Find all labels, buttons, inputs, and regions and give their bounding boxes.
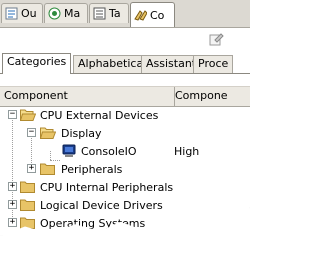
expand-icon[interactable]: + xyxy=(8,218,17,227)
folder-icon xyxy=(20,180,36,193)
tab-categories[interactable]: Categories xyxy=(2,53,72,74)
expand-icon[interactable]: + xyxy=(8,200,17,209)
tree-item-peripherals[interactable]: + Peripherals xyxy=(0,160,250,178)
tree-item-label: CPU Internal Peripherals xyxy=(40,180,174,194)
tab-tasks[interactable]: Ta xyxy=(89,3,129,23)
folder-icon xyxy=(20,216,36,229)
tab-alphabetical[interactable]: Alphabetical xyxy=(73,55,152,73)
tree-item-operating-systems[interactable]: + Operating Systems xyxy=(0,214,250,232)
components-icon xyxy=(134,9,147,22)
tab-outline[interactable]: Ou xyxy=(1,3,43,23)
tree-item-label: ConsoleIO xyxy=(81,144,137,158)
tree-item-logical-device-drivers[interactable]: + Logical Device Drivers xyxy=(0,196,250,214)
collapse-icon[interactable]: − xyxy=(8,110,17,119)
tree-item-cpu-internal-peripherals[interactable]: + CPU Internal Peripherals xyxy=(0,178,250,196)
outline-icon xyxy=(5,7,18,20)
folder-open-icon xyxy=(39,126,57,139)
tree-item-label: Display xyxy=(61,126,102,140)
tree-item-display[interactable]: − Display xyxy=(0,124,250,142)
tree-item-label: Logical Device Drivers xyxy=(40,198,163,212)
column-header-component[interactable]: Component xyxy=(0,87,175,106)
tab-macro-label: Ma xyxy=(64,7,81,20)
tree-item-label: CPU External Devices xyxy=(40,108,159,122)
folder-open-icon xyxy=(19,108,37,121)
tab-components-label: Co xyxy=(150,8,165,22)
view-toolbar xyxy=(0,28,250,50)
tree-item-cpu-external-devices[interactable]: − CPU External Devices xyxy=(0,106,250,124)
folder-icon xyxy=(20,198,36,211)
tree-column-header: Component Compone xyxy=(0,86,250,107)
component-level-value: High xyxy=(174,144,200,158)
tab-macro[interactable]: Ma xyxy=(44,3,88,23)
tree-item-label: Operating Systems xyxy=(40,216,146,230)
edit-icon[interactable] xyxy=(208,31,224,47)
tree-item-label: Peripherals xyxy=(61,162,123,176)
column-header-second[interactable]: Compone xyxy=(172,87,228,106)
tasks-icon xyxy=(93,7,106,20)
macro-icon xyxy=(48,7,61,20)
tab-outline-label: Ou xyxy=(21,7,37,20)
expand-icon[interactable]: + xyxy=(8,182,17,191)
collapse-icon[interactable]: − xyxy=(27,128,36,137)
tab-tasks-label: Ta xyxy=(109,7,121,20)
tab-processor[interactable]: Proce xyxy=(193,55,234,73)
components-view-panel: Ou Ma Ta Co Categories Alphabetical Assi… xyxy=(0,0,250,236)
sub-tab-strip: Categories Alphabetical Assistant Proce xyxy=(0,53,250,74)
expand-icon[interactable]: + xyxy=(27,164,36,173)
tree-item-consoleio[interactable]: ConsoleIO High xyxy=(0,142,250,160)
tab-components[interactable]: Co xyxy=(130,2,175,27)
view-tab-strip: Ou Ma Ta Co xyxy=(0,0,250,28)
folder-icon xyxy=(40,162,56,175)
